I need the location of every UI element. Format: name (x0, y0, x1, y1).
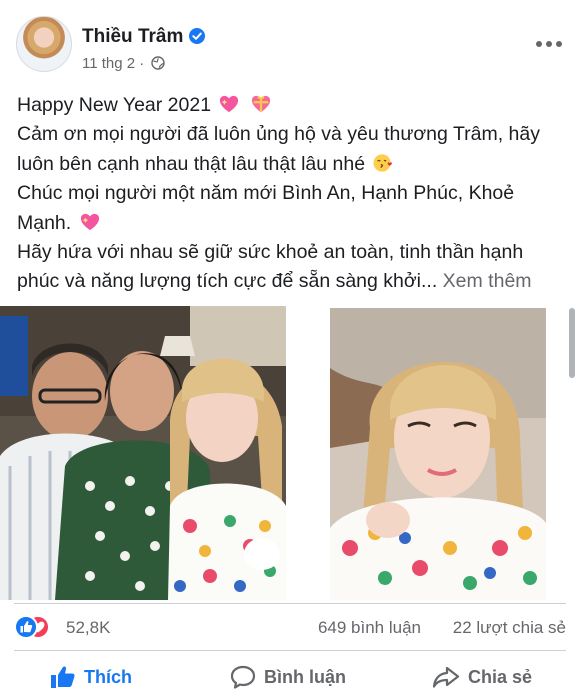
comment-icon (230, 665, 256, 689)
post-actions: Thích Bình luận Chia sẻ (14, 656, 566, 696)
sparkling-heart-emoji (80, 213, 99, 230)
verified-badge-icon (189, 28, 206, 44)
globe-icon[interactable] (151, 56, 166, 70)
post-text-line-1: Happy New Year 2021 (17, 91, 565, 120)
comment-button[interactable]: Bình luận (230, 662, 346, 692)
thumbs-up-icon (51, 666, 75, 688)
post-text-line-2-text: Cảm ơn mọi người đã luôn ủng hộ và yêu t… (17, 123, 540, 175)
like-button[interactable]: Thích (50, 662, 132, 692)
photo-portrait[interactable] (330, 308, 546, 600)
meta-separator: · (139, 55, 145, 72)
share-button[interactable]: Chia sẻ (432, 662, 532, 692)
like-label: Thích (84, 666, 132, 687)
comment-label: Bình luận (264, 666, 346, 687)
face-blowing-kiss-emoji (373, 154, 393, 172)
scrollbar[interactable] (569, 308, 575, 378)
facebook-post-card: Thiều Trâm 11 thg 2 · Happy New Year 202… (0, 0, 580, 696)
photo-grid (0, 306, 580, 600)
reactions-icons[interactable] (14, 614, 64, 640)
photo-family[interactable] (0, 306, 286, 600)
author-name[interactable]: Thiều Trâm (82, 25, 206, 49)
post-timestamp[interactable]: 11 thg 2 (82, 55, 135, 72)
more-options-icon[interactable] (532, 34, 566, 54)
share-arrow-icon (432, 666, 460, 688)
divider (14, 650, 566, 651)
post-text-line-4: Hãy hứa với nhau sẽ giữ sức khoẻ an toàn… (17, 238, 565, 297)
divider (14, 603, 566, 604)
shares-count[interactable]: 22 lượt chia sẻ (453, 618, 566, 638)
see-more-link[interactable]: Xem thêm (443, 270, 532, 292)
comments-count[interactable]: 649 bình luận (318, 618, 421, 638)
post-text-line-3: Chúc mọi người một năm mới Bình An, Hạnh… (17, 179, 565, 238)
reaction-count[interactable]: 52,8K (66, 618, 110, 638)
photo-portrait-image (330, 308, 546, 600)
post-text-line-1-text: Happy New Year 2021 (17, 94, 212, 116)
avatar[interactable] (16, 16, 72, 72)
post-text-line-2: Cảm ơn mọi người đã luôn ủng hộ và yêu t… (17, 120, 565, 179)
photo-family-image (0, 306, 286, 600)
post-meta: 11 thg 2 · (82, 55, 166, 73)
post-header: Thiều Trâm 11 thg 2 · (14, 12, 566, 74)
author-name-text[interactable]: Thiều Trâm (82, 26, 183, 47)
sparkling-heart-emoji (220, 95, 239, 113)
post-text: Happy New Year 2021 Cảm ơn mọi người đã … (17, 91, 565, 297)
post-stats: 52,8K 649 bình luận 22 lượt chia sẻ (14, 608, 566, 648)
heart-with-ribbon-emoji (251, 95, 270, 113)
share-label: Chia sẻ (468, 666, 533, 687)
